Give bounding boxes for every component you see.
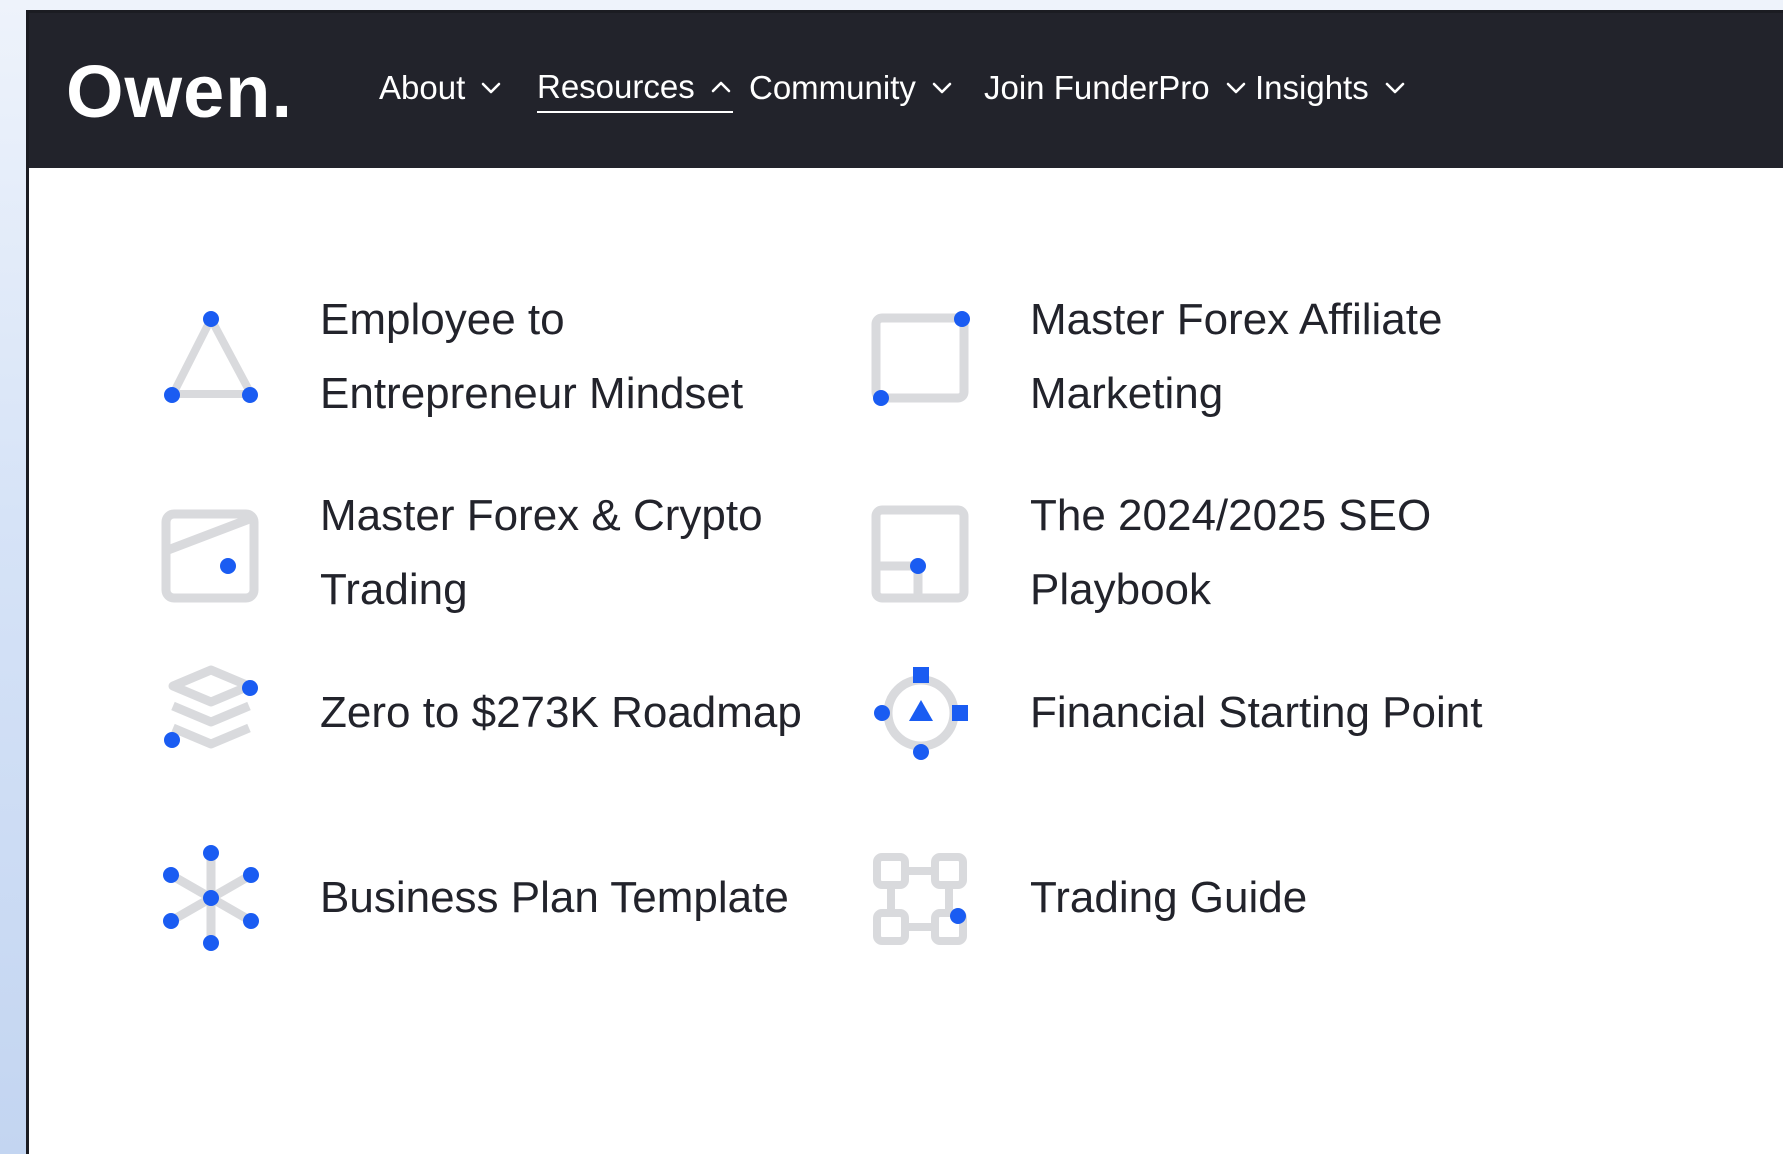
stacked-layers-icon — [164, 665, 258, 749]
menu-item-zero-to-273k-roadmap[interactable]: Zero to $273K Roadmap — [156, 658, 802, 768]
nav-item-about[interactable]: About — [379, 63, 503, 113]
menu-item-label: The 2024/2025 SEO Playbook — [1030, 491, 1432, 614]
menu-item-label: Employee to Entrepreneur Mindset — [320, 295, 744, 418]
chevron-down-icon — [932, 82, 952, 94]
resources-dropdown-menu: Employee to Entrepreneur Mindset Master … — [29, 168, 1783, 1154]
compass-target-icon — [874, 667, 968, 760]
menu-item-forex-crypto-trading[interactable]: Master Forex & Crypto Trading — [156, 479, 763, 627]
menu-item-label: Business Plan Template — [320, 873, 789, 922]
flowchart-blocks-icon — [873, 853, 967, 945]
nav-label: About — [379, 69, 466, 106]
chevron-down-icon — [1226, 82, 1245, 94]
asterisk-nodes-icon — [163, 845, 259, 951]
menu-item-forex-affiliate-marketing[interactable]: Master Forex Affiliate Marketing — [866, 283, 1442, 431]
tilted-square-icon — [161, 509, 259, 603]
chevron-up-icon — [711, 81, 731, 93]
nav-item-community[interactable]: Community — [749, 63, 954, 113]
menu-item-employee-to-entrepreneur[interactable]: Employee to Entrepreneur Mindset — [156, 283, 743, 431]
menu-item-label: Master Forex Affiliate Marketing — [1030, 295, 1443, 418]
browser-frame: Owen. About Resources Community Join Fun… — [26, 10, 1783, 1154]
menu-item-label: Financial Starting Point — [1030, 688, 1483, 737]
menu-item-business-plan-template[interactable]: Business Plan Template — [156, 843, 789, 953]
top-navigation-bar: Owen. About Resources Community Join Fun… — [29, 13, 1783, 168]
nav-item-join-funderpro[interactable]: Join FunderPro — [984, 63, 1248, 113]
square-nodes-icon — [871, 311, 970, 406]
menu-item-financial-starting-point[interactable]: Financial Starting Point — [866, 658, 1482, 768]
nav-label: Community — [749, 69, 916, 106]
nav-label: Resources — [537, 68, 695, 105]
triangle-nodes-icon — [164, 311, 258, 403]
nav-item-insights[interactable]: Insights — [1255, 63, 1407, 113]
nav-label: Insights — [1255, 69, 1369, 106]
chevron-down-icon — [1385, 82, 1405, 94]
split-square-icon — [871, 505, 969, 603]
brand-logo[interactable]: Owen. — [66, 47, 293, 137]
nav-label: Join FunderPro — [984, 69, 1210, 106]
nav-item-resources[interactable]: Resources — [537, 63, 733, 113]
menu-item-trading-guide[interactable]: Trading Guide — [866, 843, 1307, 953]
chevron-down-icon — [481, 82, 501, 94]
menu-item-label: Zero to $273K Roadmap — [320, 688, 802, 737]
menu-item-label: Trading Guide — [1030, 873, 1308, 922]
menu-item-seo-playbook[interactable]: The 2024/2025 SEO Playbook — [866, 479, 1431, 627]
menu-item-label: Master Forex & Crypto Trading — [320, 491, 763, 614]
